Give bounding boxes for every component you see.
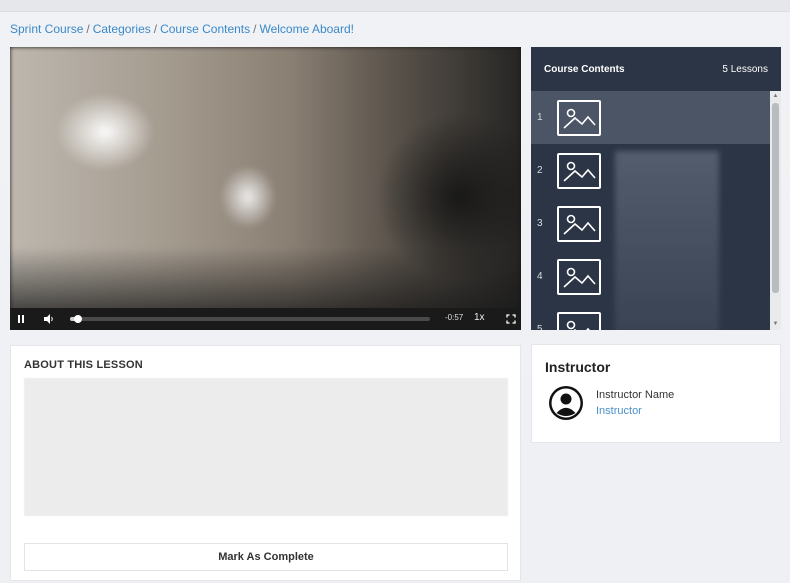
lesson-number: 3 — [537, 218, 543, 229]
instructor-role-link[interactable]: Instructor — [596, 405, 642, 417]
progress-knob[interactable] — [74, 315, 83, 323]
image-placeholder-icon — [557, 311, 601, 330]
instructor-name: Instructor Name — [596, 389, 675, 401]
course-contents-title: Course Contents — [544, 63, 625, 75]
breadcrumb: Sprint Course / Categories / Course Contents… — [10, 22, 354, 36]
video-controls: -0:57 1x — [10, 308, 521, 330]
lesson-number: 4 — [537, 271, 543, 282]
image-placeholder-icon — [557, 258, 601, 295]
volume-icon[interactable] — [38, 308, 60, 330]
scroll-up-icon[interactable]: ▲ — [772, 93, 779, 99]
lesson-list-scrollbar[interactable]: ▲ ▼ — [770, 91, 781, 330]
pause-icon[interactable] — [10, 308, 32, 330]
scroll-thumb[interactable] — [772, 103, 779, 293]
image-placeholder-icon — [557, 152, 601, 189]
mark-as-complete-button[interactable]: Mark As Complete — [24, 543, 508, 571]
scroll-down-icon[interactable]: ▼ — [772, 321, 779, 327]
lesson-count: 5 Lessons — [722, 63, 768, 75]
breadcrumb-current-lesson[interactable]: Welcome Aboard! — [259, 22, 354, 36]
video-progress-bar[interactable] — [70, 315, 430, 323]
user-avatar-icon — [548, 385, 584, 421]
instructor-panel: Instructor Instructor Name Instructor — [531, 344, 781, 443]
lesson-item[interactable]: 1 — [531, 91, 770, 144]
breadcrumb-course-contents[interactable]: Course Contents — [160, 22, 250, 36]
breadcrumb-sprint-course[interactable]: Sprint Course — [10, 22, 83, 36]
fullscreen-icon[interactable] — [500, 308, 521, 330]
course-contents-header: Course Contents 5 Lessons — [531, 47, 781, 91]
blurred-lesson-titles — [615, 151, 719, 330]
top-bar — [0, 0, 790, 12]
lesson-number: 5 — [537, 324, 543, 330]
image-placeholder-icon — [557, 99, 601, 136]
image-placeholder-icon — [557, 205, 601, 242]
breadcrumb-separator: / — [153, 22, 158, 36]
breadcrumb-separator: / — [86, 22, 90, 36]
lesson-list: 1 2 3 4 5 — [531, 91, 770, 330]
about-lesson-panel: ABOUT THIS LESSON Mark As Complete — [10, 345, 521, 581]
video-frame[interactable] — [10, 47, 521, 317]
instructor-heading: Instructor — [545, 359, 611, 375]
breadcrumb-separator: / — [253, 22, 257, 36]
lesson-description — [24, 378, 508, 516]
lesson-number: 2 — [537, 165, 543, 176]
course-contents-panel: Course Contents 5 Lessons 1 2 3 4 5 ▲ ▼ — [531, 47, 781, 330]
playback-speed-button[interactable]: 1x — [474, 312, 485, 323]
video-player[interactable]: -0:57 1x — [10, 47, 521, 330]
lesson-number: 1 — [537, 112, 543, 123]
about-lesson-heading: ABOUT THIS LESSON — [24, 359, 143, 371]
breadcrumb-categories[interactable]: Categories — [93, 22, 151, 36]
time-remaining: -0:57 — [445, 313, 464, 322]
